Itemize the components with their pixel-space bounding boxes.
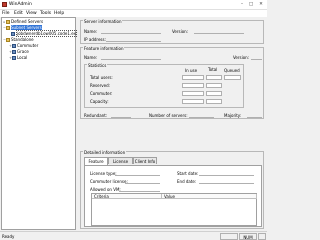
close-button[interactable]: ✕ [257,1,265,8]
reserved-total [206,83,222,88]
folder-icon [6,26,10,30]
feature-info-legend: Feature information [83,45,125,51]
tree-label: Standalone [11,37,34,42]
tree-label: Commuter [17,43,39,48]
start-date-field [199,171,254,176]
server-name-field [101,29,161,34]
majority-field [247,113,262,118]
feature-name-field [101,55,161,60]
total-users-label: Total users: [90,75,113,80]
ip-address-field [106,37,161,42]
allowed-on-vm-field [119,187,160,192]
menu-file[interactable]: File [2,11,10,16]
tab-client-info[interactable]: Client Info [133,157,157,164]
status-bar: Ready NUM [0,231,267,240]
menu-bar: File Edit View Tools Help [0,10,267,17]
number-of-servers-field [189,113,214,118]
tab-feature-info[interactable]: Feature Info [84,156,108,171]
capacity-in-use [182,99,204,104]
ip-address-label: IP address: [84,37,106,42]
server-icon [12,44,16,48]
server-version-field [194,29,244,34]
minimize-button[interactable]: – [238,1,246,8]
statistics-group: Statistics In use Total Queued Total use… [84,62,244,108]
tree-node-standalone[interactable]: − Standalone [3,37,34,43]
server-version-label: Version: [172,29,189,34]
server-icon [12,56,16,60]
folder-icon [6,20,10,24]
tree-label: Grace [17,49,29,54]
capacity-total [206,99,222,104]
in-use-header: In use [185,68,198,73]
tree-label: jobdwnerdb1ow005.code1.ex [16,30,77,37]
server-info-group: Server information Name: Version: IP add… [80,18,264,44]
app-icon [2,2,7,7]
allowed-on-vm-label: Allowed on VM: [90,187,121,192]
total-header: Total [208,67,218,72]
server-info-legend: Server information [83,18,123,24]
tree-node-local[interactable]: + Local [9,55,27,61]
total-users-queued [224,75,241,80]
criteria-column-header[interactable]: Criteria [92,194,162,199]
title-bar: WinAdmin – □ ✕ [0,0,267,10]
tree-node-commuter[interactable]: + Commuter [9,43,38,49]
end-date-field [199,179,254,184]
maximize-button[interactable]: □ [247,1,255,8]
feature-info-group: Feature information Name: Version: Stati… [80,45,264,119]
status-cell-blank [220,233,238,240]
tree-node-defined-servers[interactable]: ▫ Defined Servers [3,19,43,25]
reserved-in-use [182,83,204,88]
queued-header: Queued [224,68,240,73]
feature-name-label: Name: [84,55,98,60]
status-text: Ready [2,234,15,239]
number-of-servers-label: Number of servers: [149,113,188,118]
commuter-license-label: Commuter license: [90,179,128,184]
menu-help[interactable]: Help [54,11,64,16]
menu-edit[interactable]: Edit [14,11,23,16]
menu-view[interactable]: View [26,11,37,16]
commuter-in-use [182,91,204,96]
start-date-label: Start date: [177,171,199,176]
num-lock-indicator: NUM [239,233,257,240]
menu-tools[interactable]: Tools [40,11,51,16]
server-tree[interactable]: ▫ Defined Servers − Subnet Servers jobdwne… [1,17,77,230]
total-users-total [206,75,222,80]
feature-info-panel: License type: Start date: Commuter licen… [84,165,262,227]
feature-version-field [251,55,262,60]
feature-version-label: Version: [233,55,250,60]
license-type-field [115,171,160,176]
total-users-in-use [182,75,204,80]
commuter-total [206,91,222,96]
commuter-license-field [125,179,160,184]
tree-label: Defined Servers [11,19,44,24]
capacity-label: Capacity: [90,99,109,104]
tree-node-server[interactable]: jobdwnerdb1ow005.code1.ex [11,30,77,37]
end-date-label: End date: [177,179,197,184]
commuter-label: Commuter: [90,91,113,96]
majority-label: Majority: [224,113,242,118]
redundant-label: Redundant: [84,113,108,118]
criteria-list[interactable]: Criteria Value [91,193,257,226]
reserved-label: Reserved: [90,83,110,88]
tree-node-grace[interactable]: + Grace [9,49,29,55]
server-icon [12,50,16,54]
detailed-info-legend: Detailed information [83,149,127,155]
server-name-label: Name: [84,29,98,34]
tree-label: Local [17,55,28,60]
statistics-legend: Statistics [87,62,108,68]
value-column-header[interactable]: Value [162,194,257,199]
tab-license-info[interactable]: License Info [108,157,133,171]
status-cell-end [258,233,266,240]
redundant-field [111,113,131,118]
window-title: WinAdmin [9,2,32,7]
license-type-label: License type: [90,171,117,176]
folder-icon [6,38,10,42]
server-icon [11,32,15,36]
